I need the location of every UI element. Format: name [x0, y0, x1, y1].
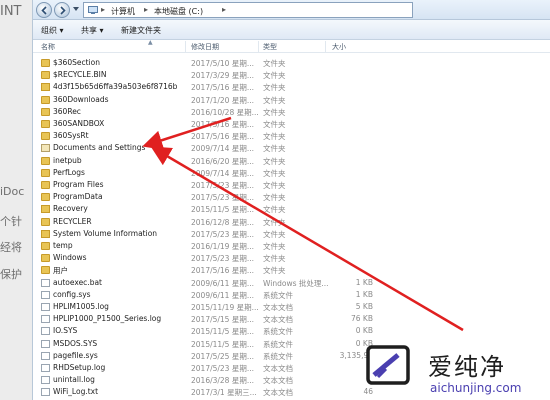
background-text-fragment: 经将 [0, 241, 22, 254]
aichunjing-logo-icon [366, 345, 410, 385]
background-text-fragment: 个针 [0, 215, 22, 228]
background-text-fragment: INT [0, 4, 22, 19]
explorer-window: ▸ 计算机 ▸ 本地磁盘 (C:) ▸ 组织 ▾ 共享 ▾ 新建文件夹 名称 ▲… [32, 0, 550, 400]
background-text-fragment: 保护 [0, 268, 22, 281]
red-arrow-annotations [142, 116, 464, 332]
arrow-lower [150, 146, 464, 332]
arrow-upper [142, 116, 232, 150]
watermark-brand: 爱纯净 [428, 353, 506, 381]
background-document [0, 0, 32, 400]
background-text-fragment: iDoc [0, 185, 25, 198]
watermark-url: aichunjing.com [430, 381, 522, 395]
